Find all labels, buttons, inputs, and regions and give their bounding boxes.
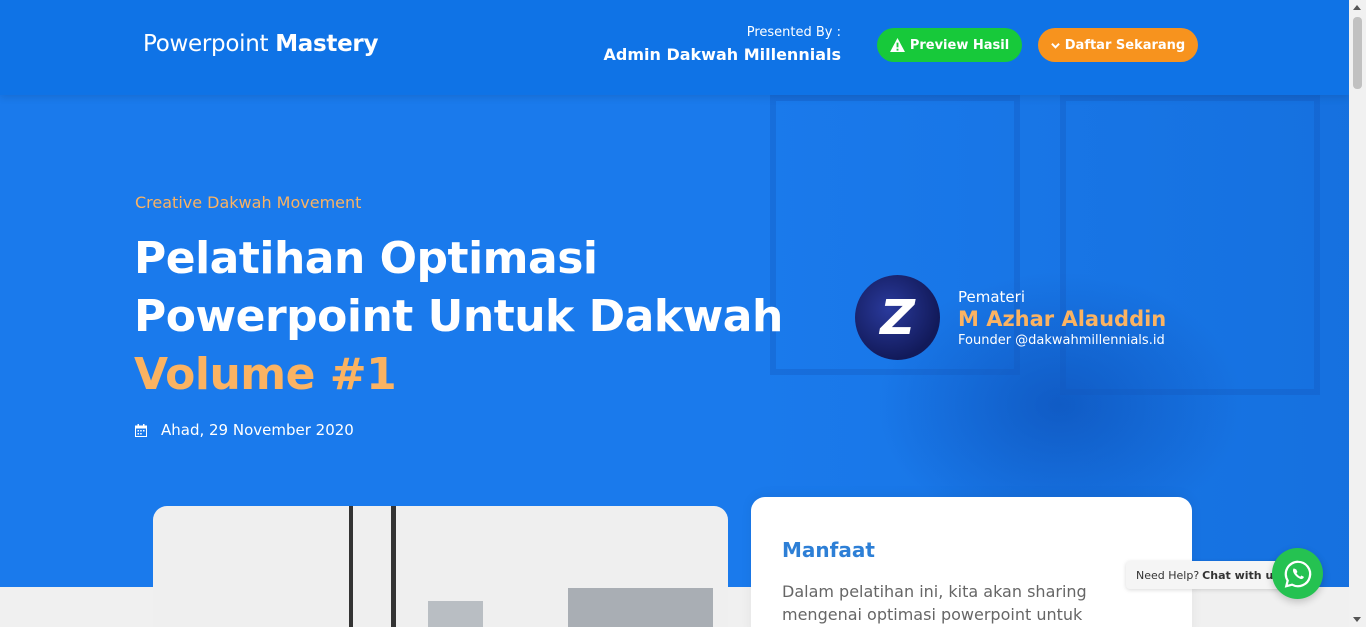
- speaker-description: Founder @dakwahmillennials.id: [958, 332, 1165, 348]
- speaker-block: Z Pemateri M Azhar Alauddin Founder @dak…: [855, 275, 1166, 360]
- warning-icon: [889, 38, 905, 52]
- chat-help-text: Need Help?: [1136, 568, 1200, 582]
- speaker-role: Pemateri: [958, 287, 1025, 306]
- hero-title-volume: Volume #1: [134, 349, 397, 400]
- speaker-name: M Azhar Alauddin: [958, 306, 1167, 331]
- scroll-down-arrow[interactable]: [1353, 617, 1361, 622]
- chevron-down-icon: [1050, 42, 1060, 49]
- photo-building: [428, 601, 483, 627]
- brand-bold: Mastery: [275, 31, 379, 57]
- brand-light: Powerpoint: [143, 31, 269, 57]
- benefit-text: Dalam pelatihan ini, kita akan sharing m…: [782, 582, 1087, 624]
- calendar-icon: [135, 423, 147, 437]
- event-date-text: Ahad, 29 November 2020: [161, 421, 354, 439]
- scroll-up-arrow[interactable]: [1353, 5, 1361, 10]
- presented-label: Presented By :: [746, 25, 841, 40]
- register-button-label: Daftar Sekarang: [1064, 37, 1186, 53]
- speaker-avatar: Z: [855, 275, 940, 360]
- event-photo: [153, 506, 728, 627]
- site-header: Powerpoint Mastery Presented By : Admin …: [0, 0, 1349, 95]
- register-button[interactable]: Daftar Sekarang: [1038, 28, 1198, 62]
- photo-building: [568, 588, 713, 627]
- preview-button[interactable]: Preview Hasil: [877, 28, 1022, 62]
- speaker-info: Pemateri M Azhar Alauddin Founder @dakwa…: [958, 288, 1166, 348]
- scroll-thumb[interactable]: [1353, 17, 1362, 89]
- presented-by: Presented By : Admin Dakwah Millennials: [603, 25, 841, 64]
- presenter-name: Admin Dakwah Millennials: [603, 45, 841, 64]
- preview-button-label: Preview Hasil: [909, 37, 1010, 53]
- event-date: Ahad, 29 November 2020: [135, 421, 354, 439]
- brand-logo[interactable]: Powerpoint Mastery: [143, 31, 378, 57]
- page-scrollbar[interactable]: [1349, 0, 1366, 627]
- chat-cta-text: Chat with us: [1202, 568, 1280, 582]
- hero-title: Pelatihan Optimasi Powerpoint Untuk Dakw…: [134, 230, 834, 404]
- hero-title-line1: Pelatihan Optimasi: [134, 233, 598, 284]
- photo-frame-line: [391, 506, 396, 627]
- photo-frame-line: [349, 506, 353, 627]
- whatsapp-chat-button[interactable]: [1272, 548, 1323, 599]
- whatsapp-icon: [1284, 560, 1311, 588]
- hero-title-line2: Powerpoint Untuk Dakwah: [134, 291, 783, 342]
- chat-help-bubble[interactable]: Need Help? Chat with us: [1126, 561, 1290, 589]
- hero-tagline: Creative Dakwah Movement: [135, 193, 362, 212]
- benefit-title: Manfaat: [782, 538, 875, 562]
